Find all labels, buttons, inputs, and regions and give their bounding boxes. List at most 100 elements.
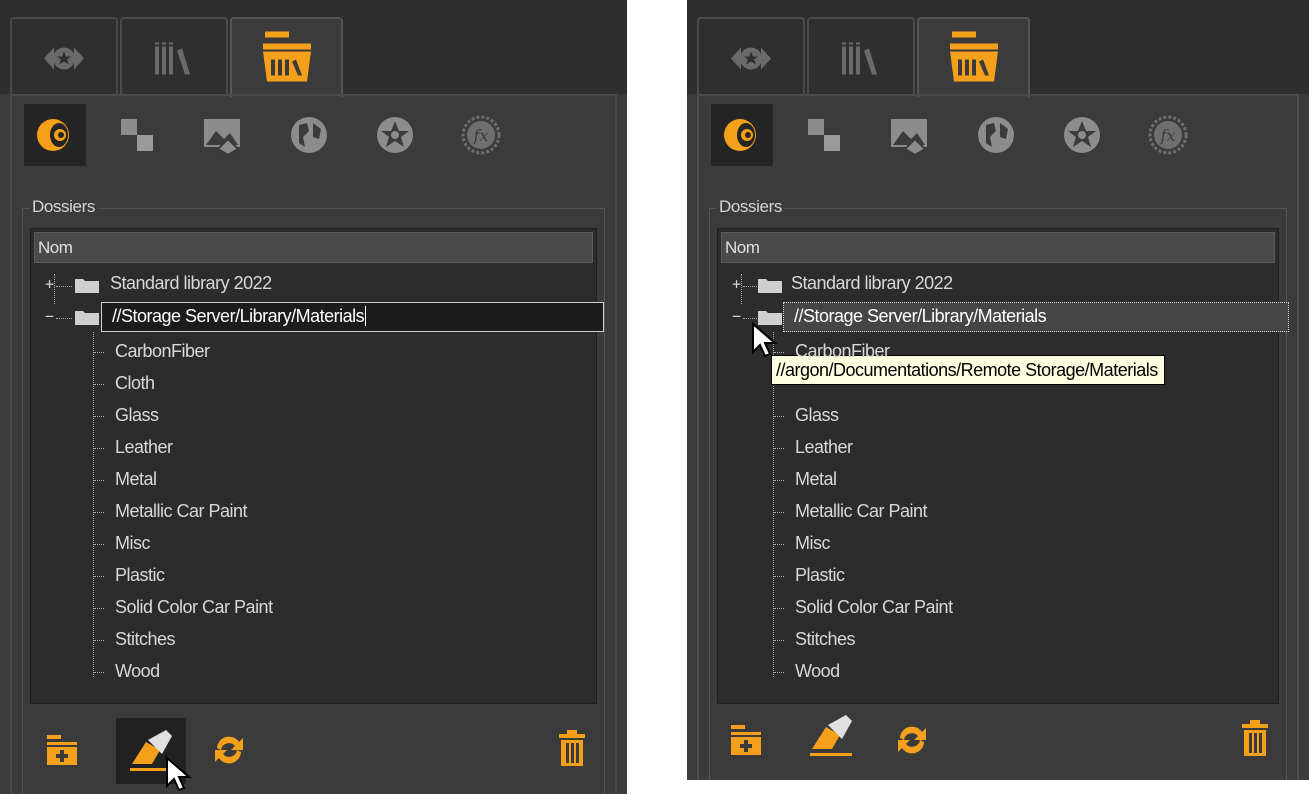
type-light-button[interactable] (364, 104, 426, 166)
tree-connector (54, 274, 55, 304)
tree-item-child[interactable]: Plastic (115, 565, 165, 586)
tree-item-child[interactable]: Plastic (795, 565, 845, 586)
tab-materials[interactable] (697, 17, 805, 94)
tree-item-child[interactable]: CarbonFiber (795, 341, 890, 362)
tree-connector (774, 480, 784, 481)
tree-connector (94, 416, 104, 417)
backplate-icon (891, 119, 927, 155)
library-tab-icon (839, 41, 883, 82)
tree-connector (741, 274, 742, 304)
svg-text:fx: fx (1160, 126, 1176, 145)
tree-connector (774, 512, 784, 513)
tree-connector (94, 384, 104, 385)
refresh-button[interactable] (207, 728, 251, 772)
type-backplate-button[interactable] (879, 104, 941, 166)
tree-item-standard-library[interactable]: Standard library 2022 (791, 273, 953, 294)
folders-group-title: Dossiers (717, 197, 784, 217)
material-icon (37, 119, 69, 151)
add-folder-icon (47, 735, 77, 765)
tree-item-storage-server-selected[interactable]: //Storage Server/Library/Materials (783, 302, 1289, 332)
type-texture-button[interactable] (106, 104, 168, 166)
tree-item-child[interactable]: Glass (795, 405, 839, 426)
tree-item-child[interactable]: Metallic Car Paint (795, 501, 928, 522)
tree-item-child[interactable]: Leather (115, 437, 173, 458)
tree-connector (94, 512, 104, 513)
tree-connector (774, 448, 784, 449)
tree-connector (94, 544, 104, 545)
material-icon (724, 119, 756, 151)
type-fx-button[interactable]: fx (450, 104, 512, 166)
type-light-button[interactable] (1051, 104, 1113, 166)
library-panel-left: fx Dossiers Nom + − Standard library 202… (0, 0, 627, 794)
mouse-cursor-icon (166, 756, 192, 792)
tree-connector (94, 640, 104, 641)
library-folder-tab-icon (944, 31, 1004, 91)
tab-library[interactable] (807, 17, 915, 94)
collapse-toggle[interactable]: − (45, 307, 54, 325)
tree-connector (94, 448, 104, 449)
tree-item-child[interactable]: CarbonFiber (115, 341, 210, 362)
fx-icon: fx (461, 115, 501, 155)
tree-connector (94, 672, 104, 673)
folder-icon (75, 311, 99, 325)
tree-item-child[interactable]: Solid Color Car Paint (795, 597, 953, 618)
refresh-button[interactable] (890, 718, 934, 762)
tree-item-child[interactable]: Stitches (115, 629, 176, 650)
collapse-toggle[interactable]: − (732, 307, 741, 325)
tree-item-child[interactable]: Cloth (115, 373, 155, 394)
add-folder-button[interactable] (40, 728, 84, 772)
tree-connector (774, 352, 784, 353)
type-fx-button[interactable]: fx (1137, 104, 1199, 166)
library-folder-tab-icon (257, 31, 317, 91)
delete-button[interactable] (1233, 716, 1277, 760)
tree-item-child[interactable]: Misc (795, 533, 831, 554)
tree-connector (94, 480, 104, 481)
tab-library-folders[interactable] (917, 17, 1030, 97)
expand-toggle[interactable]: + (45, 275, 54, 293)
expand-toggle[interactable]: + (732, 275, 741, 293)
tree-item-child[interactable]: Metal (795, 469, 837, 490)
tree-item-child[interactable]: Misc (115, 533, 151, 554)
tree-connector (774, 576, 784, 577)
tab-materials[interactable] (10, 17, 118, 94)
tree-item-child[interactable]: Metallic Car Paint (115, 501, 248, 522)
tree-column-header-name[interactable]: Nom (721, 232, 1275, 263)
add-folder-button[interactable] (724, 718, 768, 762)
type-environment-button[interactable] (965, 104, 1027, 166)
tree-item-child[interactable]: Stitches (795, 629, 856, 650)
tree-column-header-name[interactable]: Nom (34, 232, 593, 263)
folder-icon (75, 279, 99, 293)
type-material-button[interactable] (711, 104, 773, 166)
type-material-button[interactable] (24, 104, 86, 166)
tree-connector (56, 286, 72, 287)
folder-icon (758, 279, 782, 293)
type-backplate-button[interactable] (192, 104, 254, 166)
material-tab-icon (42, 42, 86, 81)
delete-icon (559, 730, 585, 766)
tree-item-child[interactable]: Wood (115, 661, 160, 682)
type-environment-button[interactable] (278, 104, 340, 166)
tree-item-child[interactable]: Wood (795, 661, 840, 682)
tree-item-child[interactable]: Solid Color Car Paint (115, 597, 273, 618)
library-panel-right: fx Dossiers Nom + − Standard library 202… (687, 0, 1309, 780)
tree-connector (774, 672, 784, 673)
tree-item-standard-library[interactable]: Standard library 2022 (110, 273, 272, 294)
tree-item-child[interactable]: Leather (795, 437, 853, 458)
folder-path-edit-input[interactable]: //Storage Server/Library/Materials (101, 302, 604, 332)
tree-connector (94, 352, 104, 353)
add-folder-icon (731, 725, 761, 755)
tab-library-folders[interactable] (230, 17, 343, 97)
tab-library[interactable] (120, 17, 228, 94)
light-icon (377, 117, 413, 153)
backplate-icon (204, 119, 240, 155)
edit-path-button[interactable] (804, 714, 858, 758)
delete-button[interactable] (550, 726, 594, 770)
tree-item-child[interactable]: Glass (115, 405, 159, 426)
type-texture-button[interactable] (793, 104, 855, 166)
tree-connector (774, 608, 784, 609)
environment-icon (291, 117, 327, 153)
tree-connector (56, 318, 72, 319)
environment-icon (978, 117, 1014, 153)
tree-item-child[interactable]: Metal (115, 469, 157, 490)
delete-icon (1242, 720, 1268, 756)
